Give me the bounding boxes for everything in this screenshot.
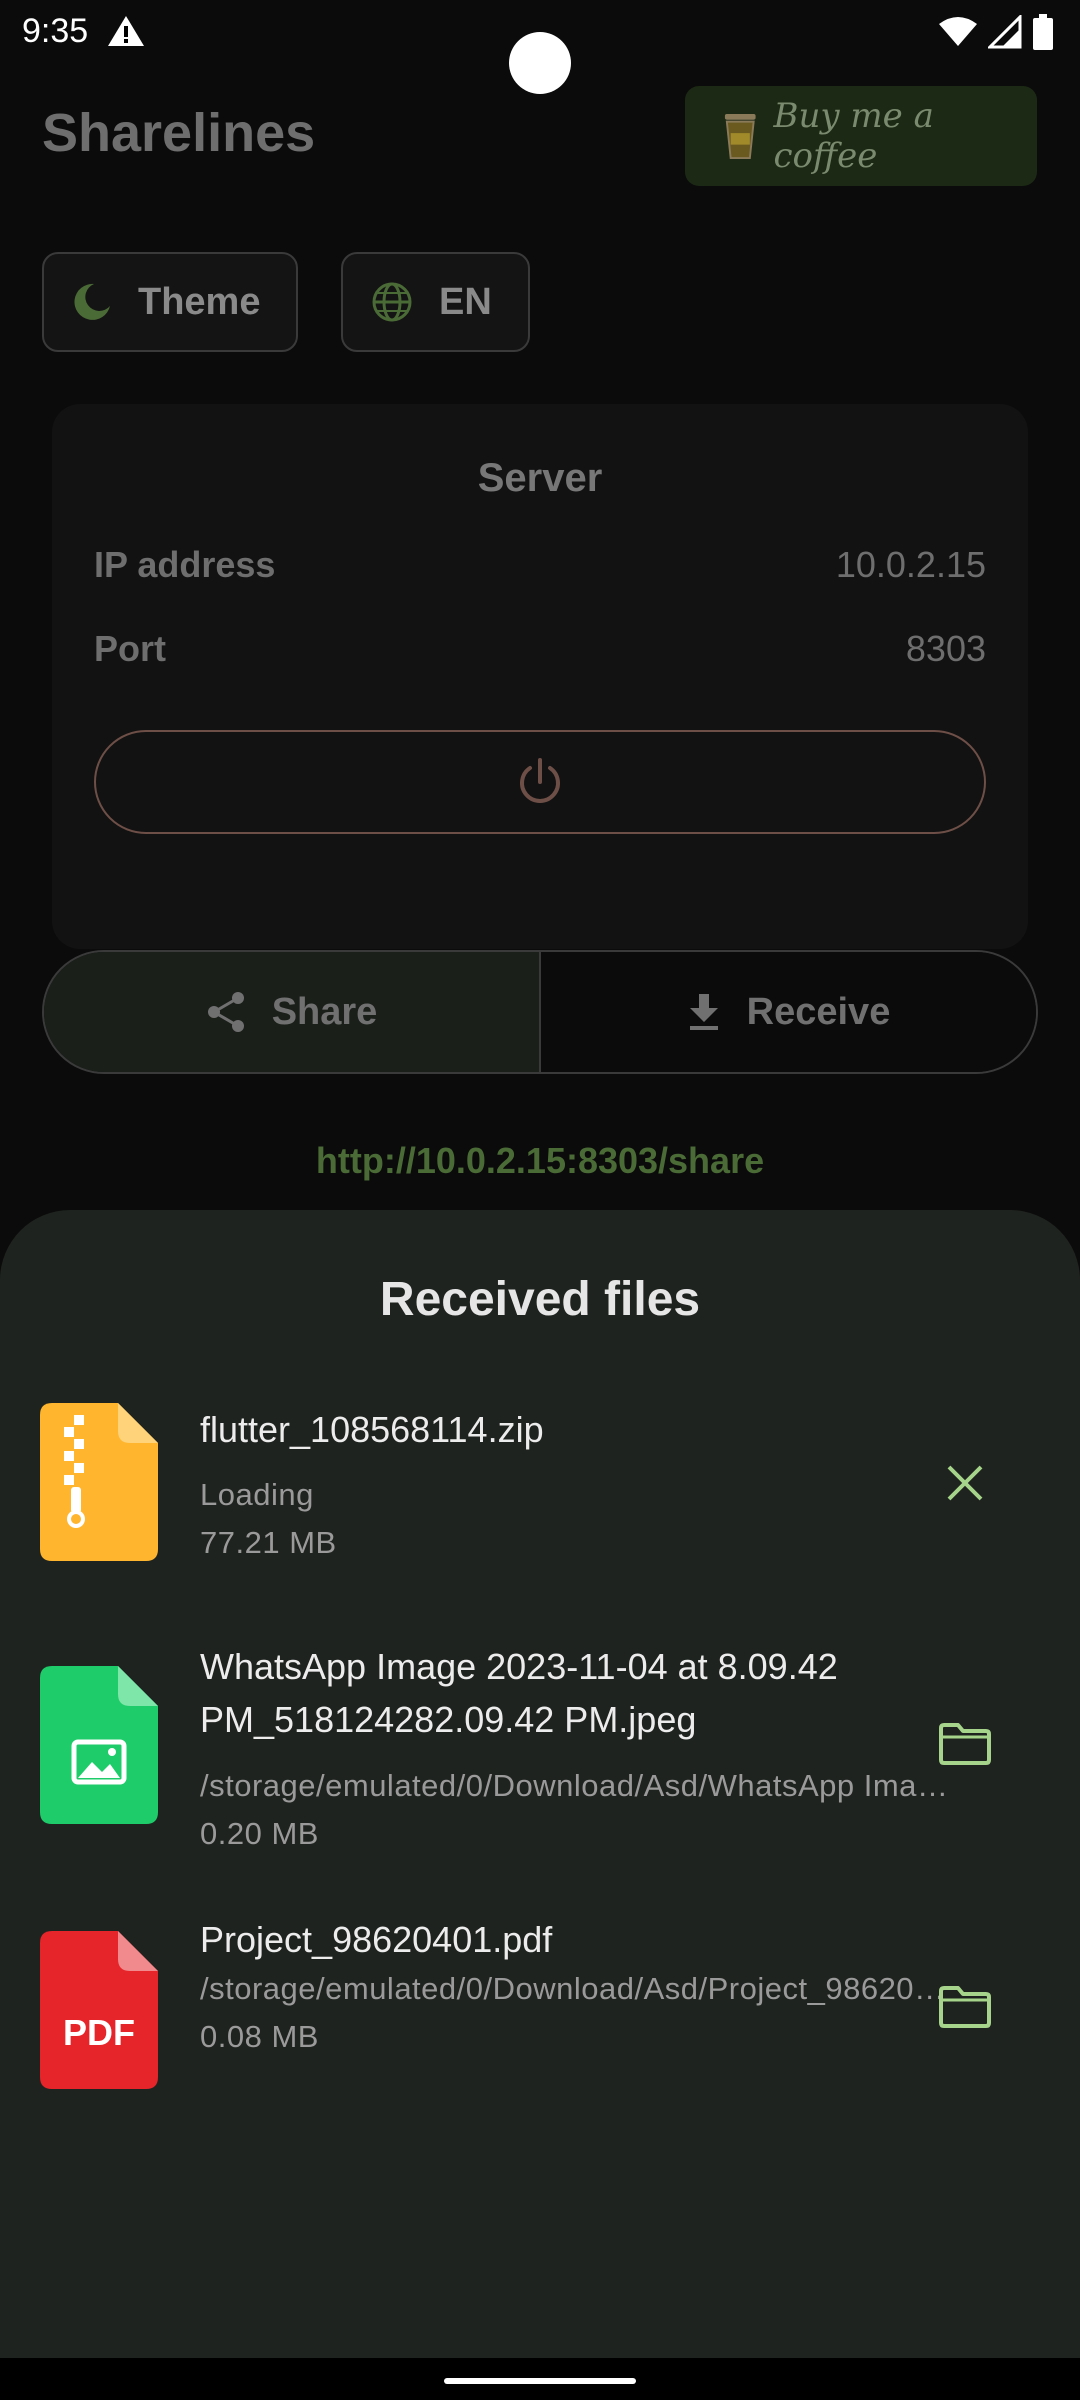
folder-icon: [939, 1986, 991, 2028]
screen: 9:35 Sharelines Buy me a coffee Theme EN…: [0, 0, 1080, 2400]
receive-label: Receive: [746, 990, 891, 1033]
cancel-download-button[interactable]: [935, 1453, 995, 1513]
share-mode-button[interactable]: Share: [44, 952, 541, 1072]
server-title: Server: [477, 456, 603, 500]
file-status: Loading: [200, 1477, 314, 1512]
port-value: 8303: [905, 628, 986, 669]
status-time: 9:35: [22, 12, 89, 50]
open-folder-button[interactable]: [935, 1714, 995, 1774]
file-name: WhatsApp Image 2023-11-04 at 8.09.42 PM_…: [200, 1646, 838, 1740]
close-icon: [947, 1465, 983, 1501]
download-icon: [689, 994, 718, 1030]
pdf-icon-label: PDF: [63, 2012, 135, 2053]
file-size: 0.08 MB: [200, 2019, 319, 2054]
status-bar: 9:35: [0, 0, 1080, 94]
theme-button[interactable]: Theme: [42, 252, 298, 352]
coffee-label: Buy me a coffee: [773, 96, 934, 176]
status-icons: [938, 14, 1054, 50]
share-label: Share: [271, 990, 378, 1033]
file-list-item[interactable]: WhatsApp Image 2023-11-04 at 8.09.42 PM_…: [40, 1646, 1040, 1851]
file-name: Project_98620401.pdf: [200, 1919, 553, 1960]
receive-mode-button[interactable]: Receive: [541, 952, 1036, 1072]
coffee-cup-icon: [724, 113, 756, 159]
language-button[interactable]: EN: [341, 252, 530, 352]
zip-file-icon: [40, 1403, 158, 1561]
ip-value: 10.0.2.15: [835, 544, 986, 585]
port-row: Port 8303: [94, 628, 986, 670]
home-gesture-handle[interactable]: [444, 2378, 636, 2384]
cell-signal-icon: [988, 15, 1022, 49]
port-label: Port: [94, 628, 166, 669]
open-folder-button[interactable]: [935, 1977, 995, 2037]
file-size: 77.21 MB: [200, 1525, 337, 1560]
server-power-button[interactable]: [94, 730, 986, 834]
theme-label: Theme: [138, 280, 261, 323]
globe-icon: [372, 282, 412, 322]
power-icon: [520, 758, 560, 803]
share-url-link[interactable]: http://10.0.2.15:8303/share: [0, 1140, 1080, 1182]
file-list-item[interactable]: flutter_108568114.zip Loading 77.21 MB: [40, 1403, 1040, 1563]
file-list-item[interactable]: PDF Project_98620401.pdf /storage/emulat…: [40, 1919, 1040, 2091]
sheet-title: Received files: [379, 1273, 701, 1326]
pdf-file-icon: PDF: [40, 1931, 158, 2089]
language-label: EN: [439, 280, 492, 323]
file-size: 0.20 MB: [200, 1816, 319, 1851]
main-screen: Sharelines Buy me a coffee Theme EN Serv…: [0, 64, 1080, 1214]
buy-me-a-coffee-button[interactable]: Buy me a coffee: [685, 86, 1037, 186]
server-card: Server IP address 10.0.2.15 Port 8303: [52, 404, 1028, 949]
mode-toggle: Share Receive: [42, 950, 1038, 1074]
ip-row: IP address 10.0.2.15: [94, 544, 986, 586]
navigation-bar: [0, 2358, 1080, 2400]
file-path: /storage/emulated/0/Download/Asd/Project…: [200, 1971, 950, 2006]
warning-icon: [108, 16, 144, 46]
app-title: Sharelines: [42, 103, 316, 163]
wifi-icon: [939, 17, 977, 46]
battery-icon: [1033, 14, 1053, 50]
image-file-icon: [40, 1666, 158, 1824]
share-icon: [207, 992, 244, 1032]
ip-label: IP address: [94, 544, 276, 585]
folder-icon: [939, 1723, 991, 1765]
file-path: /storage/emulated/0/Download/Asd/WhatsAp…: [200, 1768, 950, 1803]
moon-icon: [74, 283, 110, 320]
file-name: flutter_108568114.zip: [200, 1409, 544, 1450]
